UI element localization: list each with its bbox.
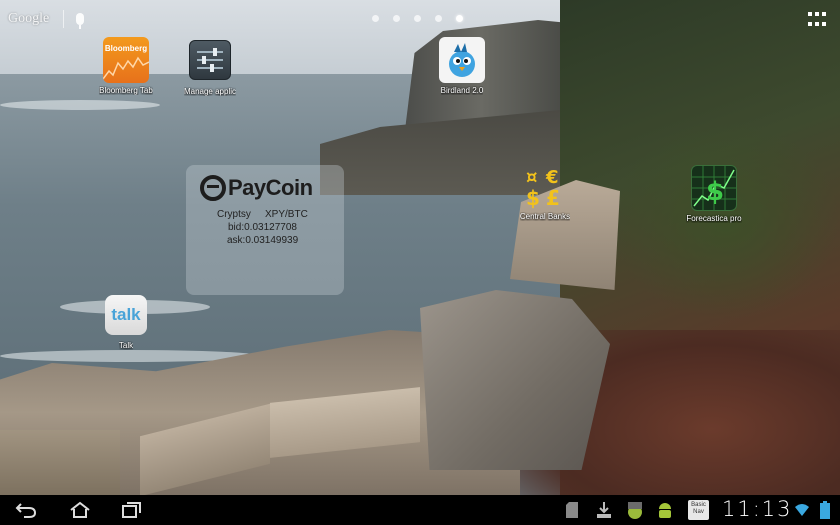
shortcut-bloomberg-tab[interactable]: Bloomberg Bloomberg Tab (90, 37, 162, 95)
grid-dot (815, 21, 819, 26)
svg-text:€: € (545, 167, 559, 188)
dollar-chart-icon[interactable]: $ (691, 165, 737, 211)
wifi-icon[interactable] (794, 503, 810, 517)
shortcut-label: Bloomberg Tab (99, 86, 153, 95)
paycoin-exchange: Cryptsy (217, 209, 251, 220)
android-icon[interactable] (657, 501, 673, 519)
shortcut-manage-applications[interactable]: Manage applic (174, 40, 246, 96)
page-dot (414, 15, 421, 22)
search-divider (63, 10, 65, 28)
sliders-graphic (197, 48, 223, 72)
sd-card-icon[interactable] (565, 501, 579, 519)
svg-text:$: $ (706, 177, 724, 207)
recent-apps-icon (122, 502, 141, 518)
talk-icon-text: talk (111, 305, 141, 324)
wallpaper-boulder (420, 290, 610, 470)
svg-text:¤: ¤ (526, 167, 537, 188)
currency-symbols-icon[interactable]: ¤ € $ £ (522, 163, 568, 209)
bloomberg-chart-icon (103, 56, 149, 80)
paycoin-pair: XPY/BTC (265, 209, 308, 220)
shortcut-label: Central Banks (519, 212, 571, 221)
shortcut-label: Manage applic (183, 87, 237, 96)
svg-text:£: £ (546, 186, 560, 209)
grid-dot (808, 21, 812, 26)
system-navigation-bar: Basic Nav 11:13 (0, 495, 840, 525)
currency-graphic: ¤ € $ £ (526, 167, 560, 209)
paycoin-logo: PayCoin (200, 175, 313, 201)
talk-icon[interactable]: talk (105, 295, 147, 335)
all-apps-button[interactable] (806, 10, 826, 30)
shortcut-label: Talk (118, 341, 134, 350)
grid-dot (822, 12, 826, 16)
basic-app-icon[interactable]: Basic Nav (688, 500, 709, 520)
shortcut-central-banks[interactable]: ¤ € $ £ Central Banks (509, 163, 581, 221)
bloomberg-icon[interactable]: Bloomberg (103, 37, 149, 83)
shortcut-forecastica[interactable]: $ Forecastica pro (678, 165, 750, 223)
paycoin-widget[interactable]: PayCoin Cryptsy XPY/BTC bid:0.03127708 a… (186, 165, 344, 295)
paycoin-logo-icon (200, 175, 226, 201)
back-button[interactable] (14, 500, 38, 520)
download-icon[interactable] (596, 501, 612, 519)
android-debug-icon[interactable] (626, 501, 644, 519)
page-dot (393, 15, 400, 22)
back-arrow-icon (15, 503, 37, 518)
dollar-chart-graphic: $ (692, 166, 736, 210)
page-dot (435, 15, 442, 22)
clock[interactable]: 11:13 (722, 497, 793, 521)
svg-text:$: $ (526, 186, 540, 209)
recent-apps-button[interactable] (120, 500, 144, 520)
home-button[interactable] (68, 500, 92, 520)
shortcut-talk[interactable]: talk Talk (90, 295, 162, 350)
paycoin-ask: ask:0.03149939 (227, 235, 299, 246)
page-dot (372, 15, 379, 22)
microphone-icon[interactable] (76, 13, 85, 29)
paycoin-bid: bid:0.03127708 (228, 222, 297, 233)
page-dot-active (456, 15, 463, 22)
google-search-label[interactable]: Google (8, 11, 49, 27)
wallpaper-rock-slab (0, 430, 120, 495)
bloomberg-icon-text: Bloomberg (104, 44, 148, 53)
page-indicator (372, 15, 463, 22)
bird-icon[interactable] (439, 37, 485, 83)
grid-dot (815, 12, 819, 16)
shortcut-birdland[interactable]: Birdland 2.0 (426, 37, 498, 95)
battery-icon[interactable] (820, 501, 830, 519)
shortcut-label: Birdland 2.0 (440, 86, 484, 95)
paycoin-brand: PayCoin (228, 175, 313, 200)
settings-sliders-icon[interactable] (189, 40, 231, 80)
google-search-bar[interactable]: Google (8, 8, 85, 30)
grid-dot (808, 12, 812, 16)
wallpaper-foam (0, 100, 160, 110)
home-icon (70, 501, 90, 518)
grid-dot (822, 21, 826, 26)
bird-graphic (449, 43, 475, 77)
shortcut-label: Forecastica pro (686, 214, 742, 223)
